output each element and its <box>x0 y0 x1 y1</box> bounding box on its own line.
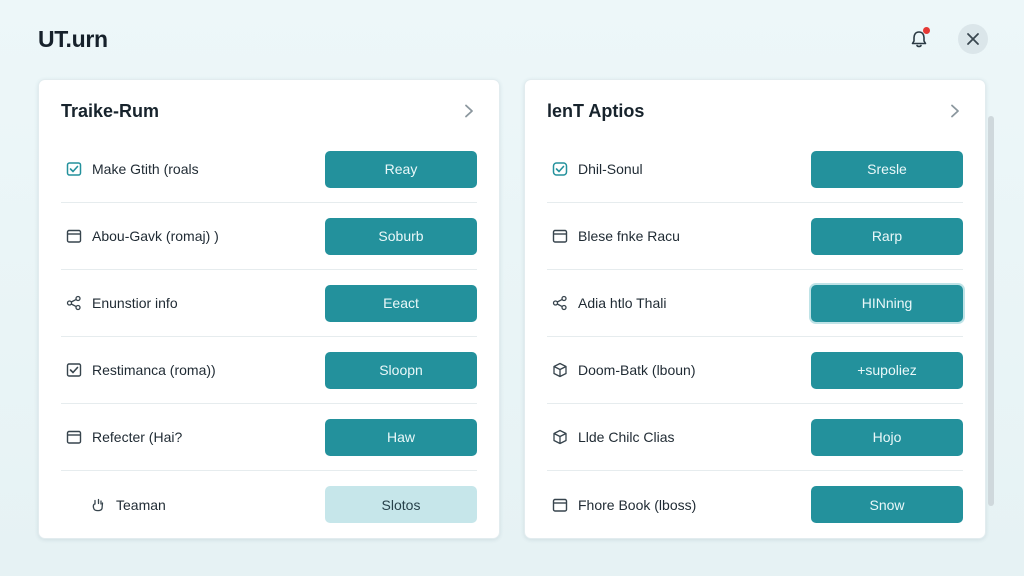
checkbox-check-icon <box>65 160 83 178</box>
list-item: Adia htlo Thali HINning <box>547 270 963 337</box>
calendar-icon <box>551 227 569 245</box>
list-item: Abou-Gavk (romaj) ) Soburb <box>61 203 477 270</box>
row-action-button[interactable]: Reay <box>325 150 477 188</box>
list-item: Teaman Slotos <box>61 471 477 538</box>
left-panel-title: Traike-Rum <box>61 100 160 121</box>
list-item: Llde Chilc Clias Hojo <box>547 404 963 471</box>
list-item: Make Gtith (roals Reay <box>61 136 477 203</box>
row-action-button[interactable]: Soburb <box>325 217 477 255</box>
share-icon <box>551 294 569 312</box>
scrollbar[interactable] <box>988 116 994 506</box>
left-panel-header: Traike-Rum <box>61 96 477 126</box>
row-label: Blese fnke Racu <box>578 228 680 244</box>
list-item: Fhore Book (lboss) Snow <box>547 471 963 538</box>
close-button[interactable] <box>958 24 988 54</box>
app-title: UT.urn <box>38 26 108 52</box>
row-action-button[interactable]: Rarp <box>811 217 963 255</box>
list-item: Doom-Batk (lboun) +supoliez <box>547 337 963 404</box>
row-action-button[interactable]: Sresle <box>811 150 963 188</box>
left-panel-list: Make Gtith (roals Reay Abou-Gavk (romaj)… <box>61 136 477 538</box>
list-item: Restimanca (roma)) Sloopn <box>61 337 477 404</box>
calendar-icon <box>65 428 83 446</box>
box-check-icon <box>551 160 569 178</box>
row-action-button[interactable]: Slotos <box>325 486 477 523</box>
row-action-button[interactable]: +supoliez <box>811 351 963 389</box>
row-label: Restimanca (roma)) <box>92 362 216 378</box>
row-action-button[interactable]: Snow <box>811 486 963 523</box>
cube-icon <box>551 428 569 446</box>
row-label: Enunstior info <box>92 295 178 311</box>
app-window: UT.urn Traike-Rum Make Gtith (roals Reay… <box>0 0 1024 576</box>
left-panel: Traike-Rum Make Gtith (roals Reay Abou-G… <box>38 79 500 539</box>
list-item: Enunstior info Eeact <box>61 270 477 337</box>
chevron-right-icon[interactable] <box>947 103 963 119</box>
row-action-button[interactable]: Hojo <box>811 418 963 456</box>
row-label: Fhore Book (lboss) <box>578 496 697 513</box>
row-label: Dhil-Sonul <box>578 161 643 177</box>
notification-badge <box>923 27 930 34</box>
share-icon <box>65 294 83 312</box>
calendar-icon <box>65 227 83 245</box>
close-icon <box>967 33 979 45</box>
list-item: Dhil-Sonul Sresle <box>547 136 963 203</box>
cube-icon <box>551 361 569 379</box>
row-label: Doom-Batk (lboun) <box>578 362 696 378</box>
list-item: Blese fnke Racu Rarp <box>547 203 963 270</box>
chevron-right-icon[interactable] <box>461 103 477 119</box>
row-label: Refecter (Hai? <box>92 429 183 445</box>
row-label: Adia htlo Thali <box>578 295 667 311</box>
row-action-button[interactable]: Sloopn <box>325 351 477 389</box>
row-label: Teaman <box>116 496 166 513</box>
row-action-button[interactable]: Haw <box>325 418 477 456</box>
right-panel-title: lenT Aptios <box>547 100 645 121</box>
row-label: Abou-Gavk (romaj) ) <box>92 228 219 244</box>
bell-icon[interactable] <box>906 26 932 52</box>
row-action-button[interactable]: HINning <box>811 284 963 322</box>
hand-icon <box>89 496 107 514</box>
right-panel: lenT Aptios Dhil-Sonul Sresle Blese fnke… <box>524 79 986 539</box>
right-panel-list: Dhil-Sonul Sresle Blese fnke Racu Rarp A… <box>547 136 963 538</box>
right-panel-header: lenT Aptios <box>547 96 963 126</box>
checkbox-check-icon <box>65 361 83 379</box>
list-item: Refecter (Hai? Haw <box>61 404 477 471</box>
row-label: Llde Chilc Clias <box>578 429 675 445</box>
calendar-icon <box>551 496 569 514</box>
row-label: Make Gtith (roals <box>92 161 199 177</box>
row-action-button[interactable]: Eeact <box>325 284 477 322</box>
